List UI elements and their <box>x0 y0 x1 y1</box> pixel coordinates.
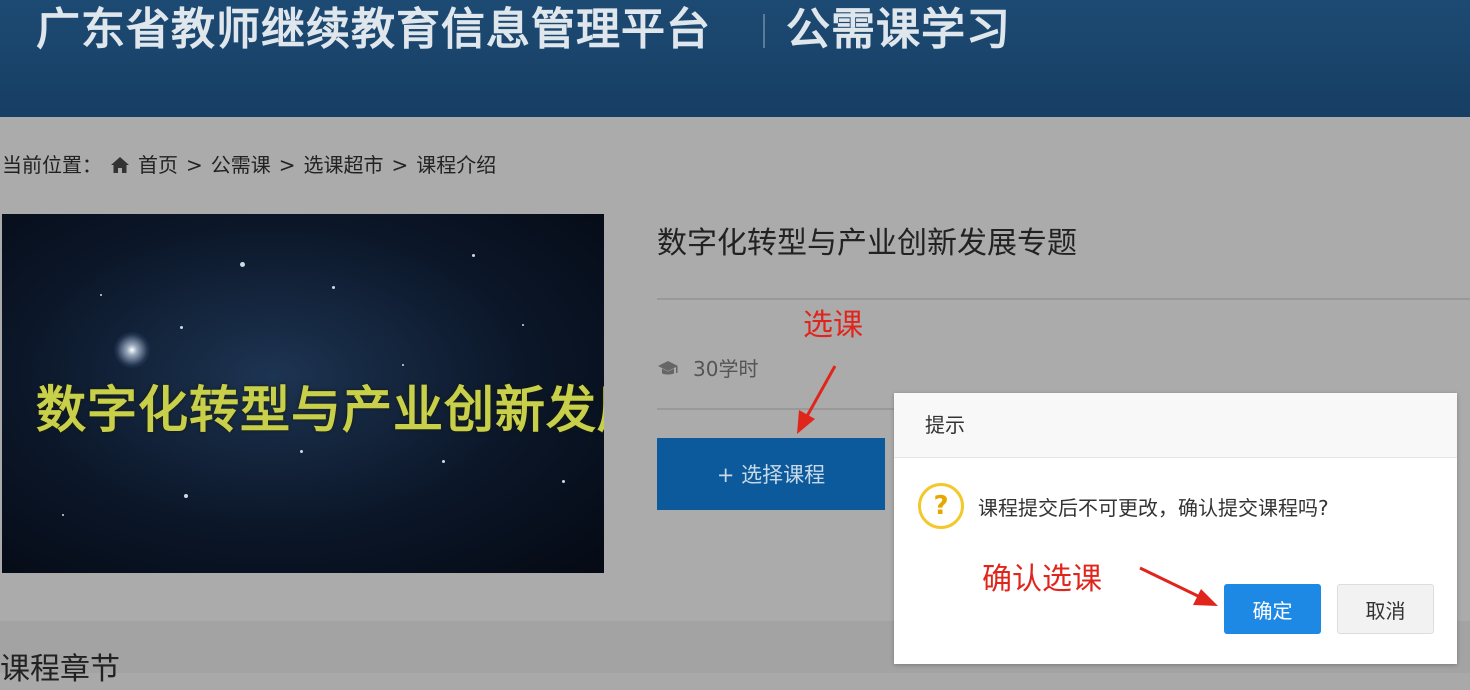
breadcrumb-item-course-intro: 课程介绍 <box>416 153 497 177</box>
hours-divider <box>657 408 897 410</box>
dialog-message: 课程提交后不可更改，确认提交课程吗? <box>978 495 1329 520</box>
cover-image-text: 数字化转型与产业创新发展 <box>36 381 604 439</box>
home-icon <box>111 157 129 173</box>
annotation-confirm-course: 确认选课 <box>982 562 1102 597</box>
breadcrumb-item-home[interactable]: 首页 <box>138 150 178 180</box>
breadcrumb-separator: > <box>186 153 203 177</box>
title-divider <box>657 298 1470 300</box>
breadcrumb-item-course-market[interactable]: 选课超市 <box>304 150 384 180</box>
header-divider <box>763 14 765 48</box>
site-header: 广东省教师继续教育信息管理平台 公需课学习 <box>0 0 1470 117</box>
breadcrumb-separator: > <box>391 153 409 177</box>
breadcrumb-label: 当前位置： <box>2 153 102 177</box>
breadcrumb-separator: > <box>278 153 296 177</box>
course-title: 数字化转型与产业创新发展专题 <box>657 226 1077 261</box>
course-hours-value: 30学时 <box>693 357 759 381</box>
section-name: 公需课学习 <box>786 4 1011 55</box>
chapter-section-title: 课程章节 <box>0 652 120 687</box>
breadcrumb: 当前位置： 首页 > 公需课 > 选课超市 > 课程介绍 <box>2 150 496 180</box>
dialog-title: 提示 <box>894 393 1457 458</box>
dialog-body: ? 课程提交后不可更改，确认提交课程吗? <box>918 483 1329 529</box>
course-hours: 30学时 <box>657 352 758 386</box>
cancel-button[interactable]: 取消 <box>1337 584 1434 634</box>
breadcrumb-item-public-course[interactable]: 公需课 <box>211 150 271 180</box>
confirm-dialog: 提示 ? 课程提交后不可更改，确认提交课程吗? 确定 取消 <box>894 393 1457 664</box>
question-icon: ? <box>918 483 964 529</box>
select-course-button[interactable]: + 选择课程 <box>657 438 885 510</box>
graduation-cap-icon <box>658 361 678 375</box>
confirm-button[interactable]: 确定 <box>1224 584 1321 634</box>
site-title: 广东省教师继续教育信息管理平台 <box>36 4 711 55</box>
annotation-select-course: 选课 <box>803 308 863 343</box>
course-cover-image: 数字化转型与产业创新发展 <box>2 214 604 573</box>
